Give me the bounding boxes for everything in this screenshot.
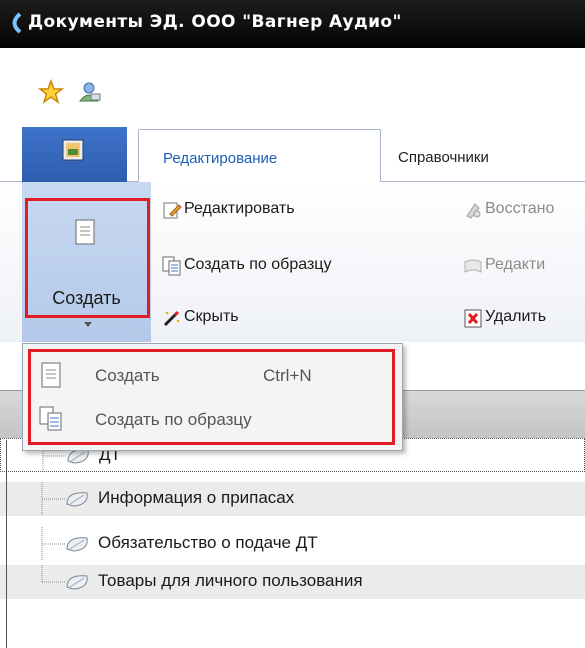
tree-item-label: Товары для личного пользования [98,571,363,590]
app-logo-icon [12,12,22,34]
app-menu-icon [62,139,84,161]
copy-document-icon [39,406,62,431]
new-document-icon [41,362,61,388]
window-title-bar: Документы ЭД. ООО "Вагнер Аудио" [0,0,585,48]
tree-item[interactable]: Обязательство о подаче ДТ [0,527,585,561]
menu-item-label: Создать по образцу [95,410,252,429]
chevron-down-icon[interactable] [84,322,92,327]
search-person-icon[interactable] [76,79,102,105]
leaf-icon [66,492,88,507]
hide-button-label: Скрыть [184,308,239,325]
edit-document-label: Редакти [485,256,546,273]
menu-item-label: Создать [95,366,160,385]
ribbon-tab-strip: Редактирование Справочники [0,127,585,182]
leaf-icon [66,575,88,590]
edit-button-label: Редактировать [184,200,295,217]
app-menu-button[interactable] [22,127,127,182]
create-button-label: Создать [52,288,121,308]
tree-item-label: Информация о припасах [98,488,295,507]
quick-access-toolbar [0,49,585,127]
ribbon-panel: Создать Редактировать Создать по образцу… [0,182,585,342]
copy-document-icon [162,256,181,276]
tree-item-label: Обязательство о подаче ДТ [98,533,318,552]
menu-item-create[interactable]: Создать Ctrl+N [23,356,402,394]
magic-wand-icon [163,310,180,327]
edit-icon [163,202,182,219]
new-document-icon [75,219,95,245]
menu-item-create-from-template[interactable]: Создать по образцу [23,400,402,438]
tree-connector [41,527,65,561]
document-edit-icon [464,259,482,273]
create-split-button[interactable]: Создать [22,182,151,342]
window-title: Документы ЭД. ООО "Вагнер Аудио" [28,12,402,32]
delete-button-label: Удалить [485,308,547,325]
tab-editing[interactable]: Редактирование [138,129,381,182]
menu-item-shortcut: Ctrl+N [263,366,312,385]
tab-references[interactable]: Справочники [398,129,489,182]
star-icon[interactable] [38,79,64,105]
tree-item[interactable]: Информация о припасах [0,482,585,516]
restore-icon [466,203,481,219]
document-tree: ДТ Информация о припасах Обязательство о… [0,438,585,648]
tree-border [6,440,7,648]
restore-button-label: Восстано [485,200,555,217]
tree-item[interactable]: Товары для личного пользования [0,565,585,599]
tree-connector [41,482,65,516]
delete-icon [464,309,482,328]
tree-connector [41,565,65,583]
create-from-template-label: Создать по образцу [184,256,332,273]
create-dropdown-menu: Создать Ctrl+N Создать по образцу [22,343,403,451]
leaf-icon [66,537,88,552]
